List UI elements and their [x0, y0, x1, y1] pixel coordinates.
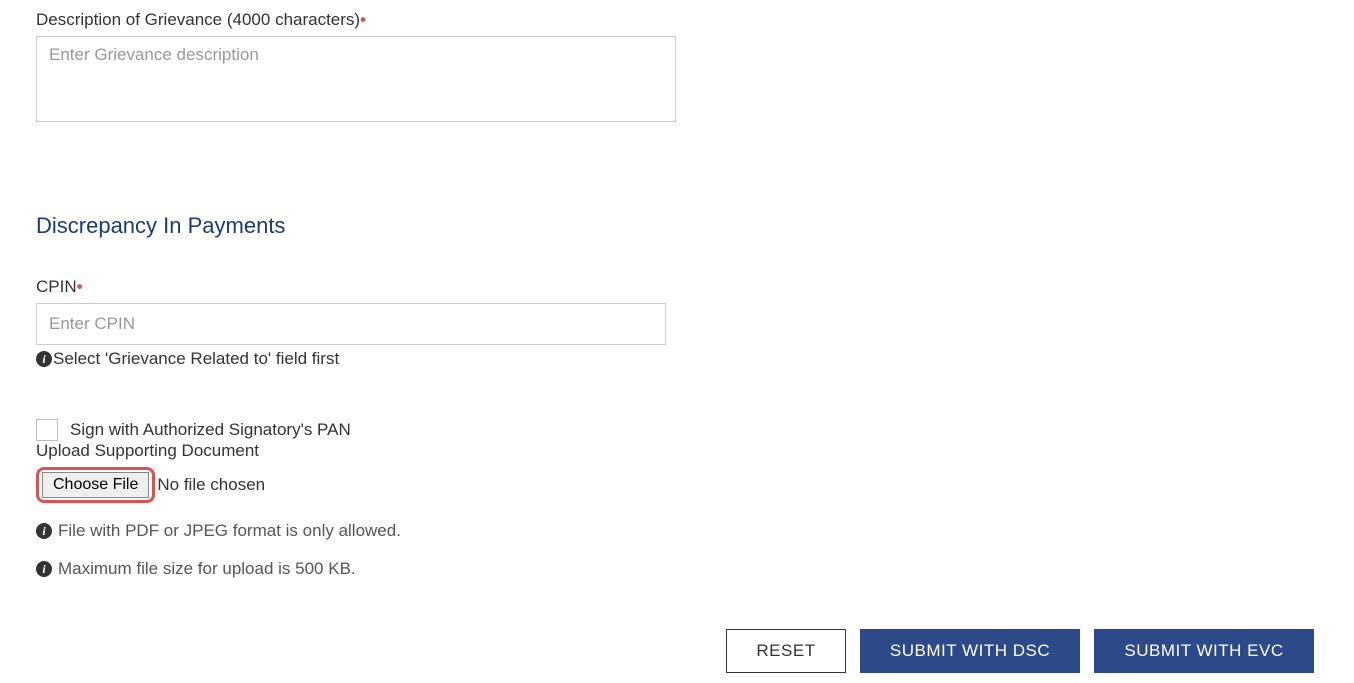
cpin-helper: iSelect 'Grievance Related to' field fir… [36, 349, 676, 369]
choose-file-highlight: Choose File [36, 467, 155, 503]
discrepancy-heading: Discrepancy In Payments [36, 213, 676, 239]
sign-pan-label: Sign with Authorized Signatory's PAN [70, 420, 351, 440]
info-icon: i [36, 561, 52, 577]
upload-hint-size-text: Maximum file size for upload is 500 KB. [58, 559, 356, 579]
upload-label: Upload Supporting Document [36, 441, 676, 461]
required-mark-icon: • [77, 277, 83, 296]
cpin-label-text: CPIN [36, 277, 77, 296]
grievance-description-input[interactable] [36, 36, 676, 122]
grievance-desc-label: Description of Grievance (4000 character… [36, 10, 676, 30]
submit-with-dsc-button[interactable]: SUBMIT WITH DSC [860, 629, 1080, 673]
cpin-label: CPIN• [36, 277, 676, 297]
choose-file-button[interactable]: Choose File [42, 472, 149, 498]
info-icon: i [36, 351, 52, 367]
cpin-input[interactable] [36, 303, 666, 345]
upload-hint-size: i Maximum file size for upload is 500 KB… [36, 559, 676, 579]
info-icon: i [36, 523, 52, 539]
sign-pan-checkbox[interactable] [36, 419, 58, 441]
submit-with-evc-button[interactable]: SUBMIT WITH EVC [1094, 629, 1314, 673]
required-mark-icon: • [360, 10, 366, 29]
grievance-desc-label-text: Description of Grievance (4000 character… [36, 10, 360, 29]
cpin-helper-text: Select 'Grievance Related to' field firs… [53, 349, 339, 369]
reset-button[interactable]: RESET [726, 629, 846, 673]
no-file-chosen-text: No file chosen [157, 475, 265, 495]
upload-hint-format: i File with PDF or JPEG format is only a… [36, 521, 676, 541]
upload-hint-format-text: File with PDF or JPEG format is only all… [58, 521, 401, 541]
